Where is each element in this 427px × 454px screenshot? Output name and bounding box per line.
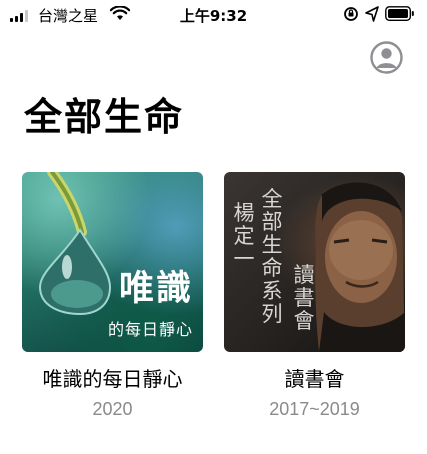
album-cover-image[interactable]: 唯識 的每日靜心: [22, 172, 203, 352]
album-year: 2017~2019: [269, 399, 360, 419]
battery-icon: [385, 6, 414, 22]
album-cover-image[interactable]: 楊定一 全部生命系列 讀書會: [224, 172, 405, 352]
cover-author-text: 楊定一: [233, 201, 255, 271]
album-card[interactable]: 唯識 的每日靜心 唯識的每日靜心 2020: [22, 172, 203, 420]
status-bar: 台灣之星 上午9:32: [0, 0, 427, 30]
cover-group-text: 讀書會: [293, 263, 315, 333]
status-time: 上午9:32: [179, 7, 248, 25]
cover-series-text: 全部生命系列: [261, 187, 283, 326]
album-title[interactable]: 讀書會: [224, 366, 405, 392]
page-title: 全部生命: [24, 95, 185, 139]
orientation-lock-icon: [344, 7, 358, 21]
album-year: 2020: [92, 399, 133, 419]
album-title[interactable]: 唯識的每日靜心: [22, 366, 203, 392]
cover-sub-text: 的每日靜心: [107, 320, 193, 339]
location-arrow-icon: [365, 6, 379, 22]
profile-button[interactable]: [370, 41, 403, 74]
cover-main-text: 唯識: [118, 269, 193, 309]
album-card[interactable]: 楊定一 全部生命系列 讀書會 讀書會 2017~2019: [224, 172, 405, 420]
